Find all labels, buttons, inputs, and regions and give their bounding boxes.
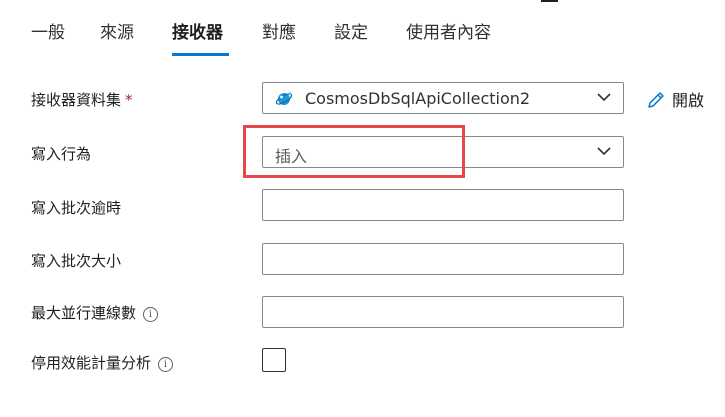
chevron-down-icon	[597, 93, 611, 102]
sink-dataset-value: CosmosDbSqlApiCollection2	[305, 89, 531, 108]
write-behavior-placeholder: 插入	[275, 147, 308, 166]
write-batch-size-label: 寫入批次大小	[31, 252, 122, 270]
write-behavior-label: 寫入行為	[31, 145, 92, 163]
tab-user-properties[interactable]: 使用者內容	[406, 18, 491, 43]
write-batch-size-input[interactable]	[262, 243, 624, 275]
sink-dataset-label-text: 接收器資料集	[31, 91, 122, 109]
disable-perf-analytics-label: 停用效能計量分析 i	[31, 352, 174, 373]
max-connections-label-text: 最大並行連線數	[31, 304, 137, 322]
info-icon[interactable]: i	[158, 357, 174, 372]
tab-settings[interactable]: 設定	[334, 18, 368, 43]
active-tab-indicator	[172, 53, 229, 56]
disable-perf-analytics-label-text: 停用效能計量分析	[31, 354, 152, 372]
sink-dataset-dropdown[interactable]: CosmosDbSqlApiCollection2	[262, 82, 624, 114]
tab-bar: 一般 來源 接收器 對應 設定 使用者內容	[0, 0, 725, 60]
max-connections-input[interactable]	[262, 296, 624, 328]
tab-mapping[interactable]: 對應	[262, 18, 296, 43]
sink-dataset-label: 接收器資料集 *	[31, 89, 133, 110]
tab-general[interactable]: 一般	[31, 18, 65, 43]
disable-perf-analytics-checkbox[interactable]	[262, 348, 286, 372]
info-icon[interactable]: i	[143, 307, 159, 322]
open-dataset-label: 開啟	[672, 91, 705, 110]
tab-sink[interactable]: 接收器	[172, 18, 223, 43]
max-connections-label: 最大並行連線數 i	[31, 302, 159, 323]
pencil-icon	[648, 92, 664, 108]
open-dataset-button[interactable]: 開啟	[646, 87, 704, 111]
write-batch-timeout-input[interactable]	[262, 189, 624, 221]
tab-source[interactable]: 來源	[100, 18, 134, 43]
cosmos-db-icon	[275, 91, 293, 105]
chevron-down-icon	[597, 147, 611, 156]
write-behavior-dropdown[interactable]: 插入	[262, 136, 624, 168]
write-batch-timeout-label: 寫入批次逾時	[31, 199, 122, 217]
required-mark: *	[125, 91, 133, 109]
